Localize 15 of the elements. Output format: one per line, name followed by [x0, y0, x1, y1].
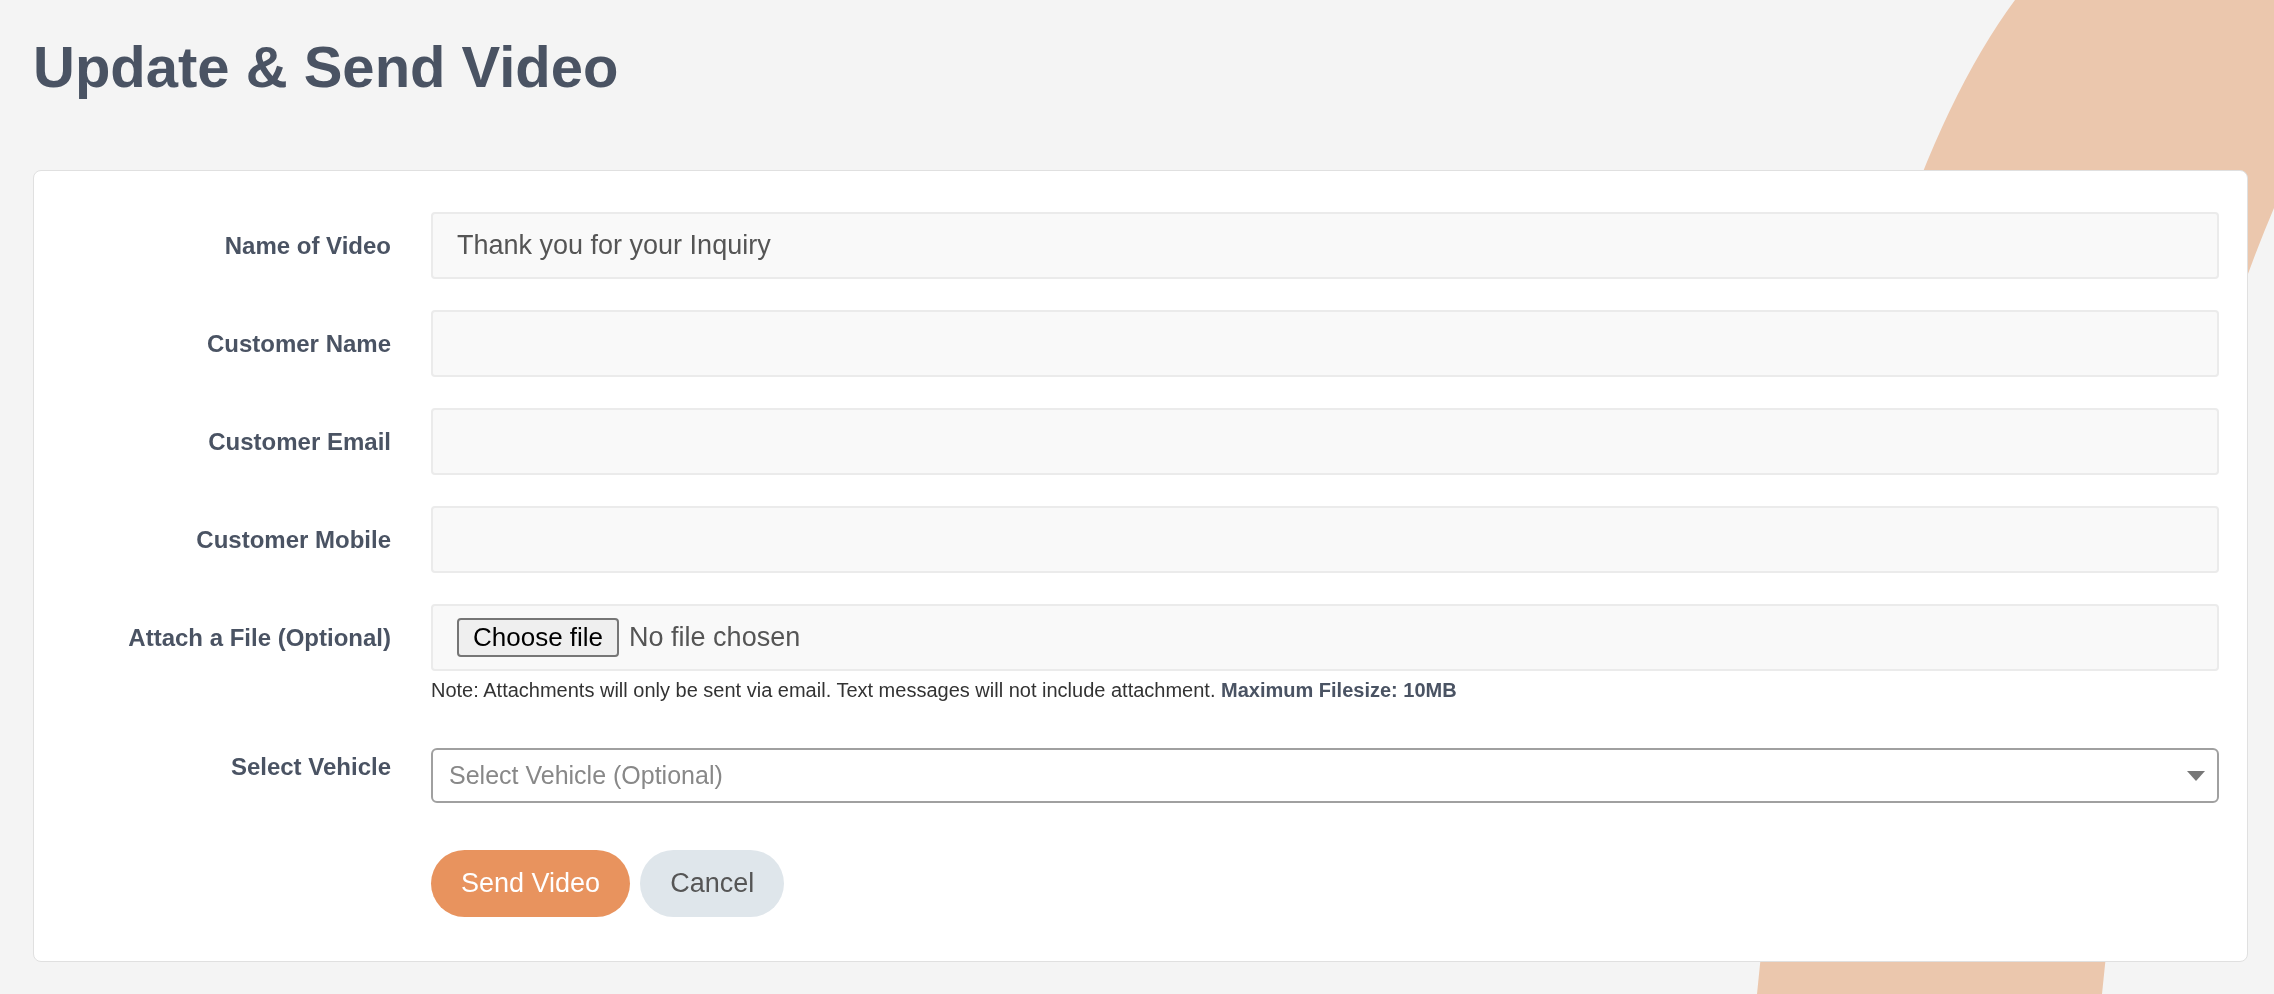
file-input-field[interactable]: Choose file No file chosen: [431, 604, 2219, 671]
attachment-note: Note: Attachments will only be sent via email. Text messages will not include attachment. Maximum Filesize: 10MB: [431, 679, 1458, 702]
caret-icon: [2187, 769, 2205, 782]
input-field[interactable]: Thank you for your Inquiry: [431, 212, 2219, 279]
field-label: Customer Email: [208, 428, 391, 456]
field-label: Customer Mobile: [196, 526, 391, 554]
choose-file-button[interactable]: Choose file: [457, 618, 620, 657]
cancel-button[interactable]: Cancel: [640, 850, 785, 917]
field-label: Attach a File (Optional): [128, 624, 391, 652]
select-dropdown[interactable]: Select Vehicle (Optional): [431, 748, 2219, 803]
field-label: Customer Name: [206, 330, 391, 358]
field-label: Select Vehicle: [230, 753, 391, 781]
page-title: Update & Send Video: [33, 33, 620, 101]
field-label: Name of Video: [224, 232, 391, 260]
file-status-text: No file chosen: [629, 622, 801, 653]
